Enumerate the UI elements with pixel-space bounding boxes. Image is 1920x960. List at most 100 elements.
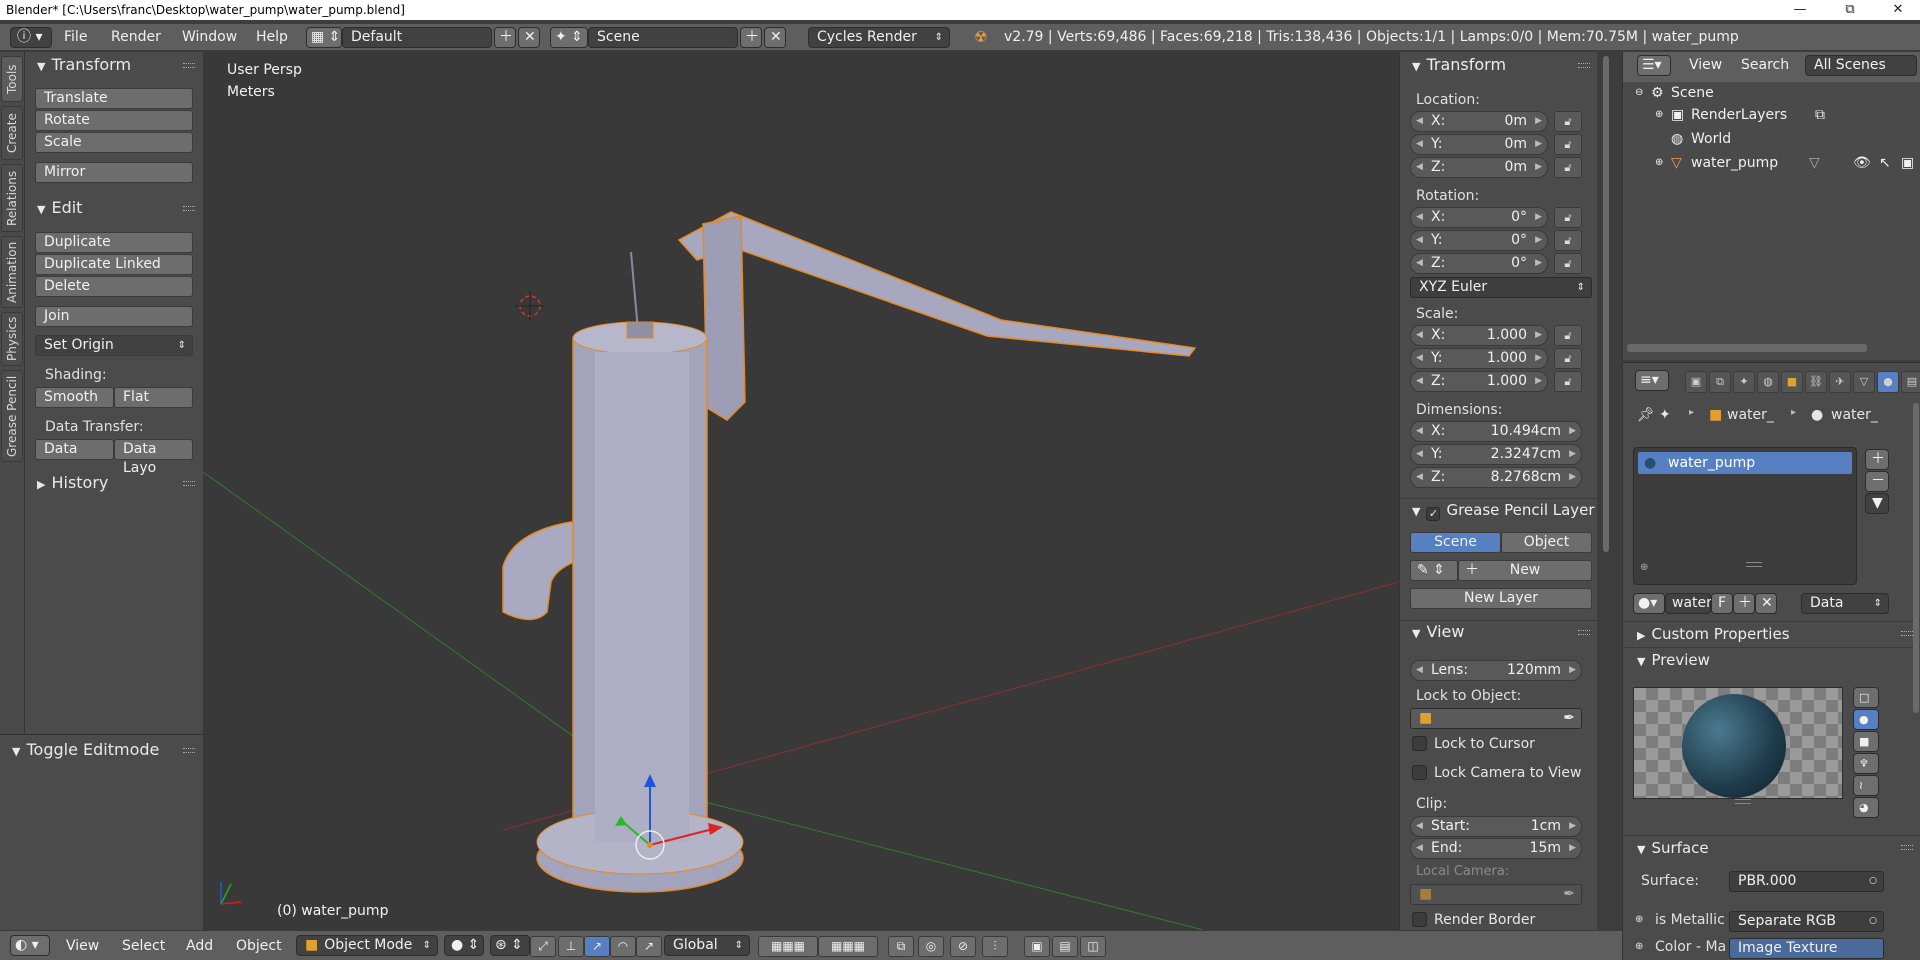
water-pump-mesh[interactable]	[502, 211, 1197, 893]
unlink-material-button[interactable]: ✕	[1755, 593, 1777, 614]
transform-orientation-dropdown[interactable]: Global ⇕	[664, 935, 750, 956]
render-border-checkbox[interactable]	[1412, 912, 1427, 927]
tab-physics[interactable]: Physics	[1, 312, 23, 366]
proportional-editing-toggle[interactable]: ◎	[918, 936, 944, 957]
menu-help[interactable]: Help	[256, 29, 288, 45]
n-transform-header[interactable]: ▼ Transform	[1400, 54, 1598, 76]
collapse-icon[interactable]: ⊖	[1635, 82, 1643, 104]
location-x-field[interactable]: ◀ X: 0m ▶	[1410, 111, 1548, 132]
manipulator-extra-toggle[interactable]: ↗	[636, 936, 662, 957]
layout-name-field[interactable]: Default	[342, 27, 492, 48]
gp-enable-checkbox[interactable]: ✓	[1426, 507, 1441, 521]
preview-monkey-button[interactable]: ♆	[1853, 753, 1879, 774]
duplicate-linked-button[interactable]: Duplicate Linked	[35, 254, 193, 275]
scale-x-field[interactable]: ◀ X: 1.000 ▶	[1410, 325, 1548, 346]
layers-grid-2[interactable]: ▦▦▦	[818, 936, 878, 957]
drag-grip-icon[interactable]	[183, 748, 195, 753]
duplicate-button[interactable]: Duplicate	[35, 232, 193, 253]
toggle-editmode-header[interactable]: ▼ Toggle Editmode	[0, 739, 203, 761]
view-editor-type[interactable]: ◐ ▾	[10, 935, 50, 956]
preview-sphere-button[interactable]: ●	[1853, 709, 1879, 730]
3d-viewport[interactable]: User Persp Meters (0) water_pump	[203, 52, 1399, 930]
translate-button[interactable]: Translate	[35, 88, 193, 109]
scene-add-button[interactable]: ＋	[740, 27, 762, 48]
outliner-row-world[interactable]: ◍ World	[1623, 128, 1920, 150]
material-link-dropdown[interactable]: Data ⇕	[1801, 593, 1889, 614]
drag-grip-icon[interactable]	[183, 481, 195, 486]
minimize-button[interactable]: —	[1780, 0, 1820, 20]
list-resize-grip[interactable]	[1746, 562, 1762, 567]
cursor-select-icon[interactable]: ↖	[1879, 152, 1891, 174]
tab-create[interactable]: Create	[1, 106, 23, 160]
interaction-mode-dropdown[interactable]: ■ Object Mode ⇕	[296, 935, 438, 956]
rotate-manipulator-toggle[interactable]: ↗	[584, 936, 610, 957]
fake-user-button[interactable]: F	[1711, 593, 1733, 614]
drag-grip-icon[interactable]	[1901, 845, 1913, 850]
outliner-row-scene[interactable]: ⊖ ⚙ Scene	[1623, 82, 1920, 104]
pivot-point-dropdown[interactable]: ⊛ ⇕	[490, 935, 530, 956]
layers-grid[interactable]: ▦▦▦	[758, 936, 818, 957]
preview-hair-button[interactable]: ≀	[1853, 775, 1879, 796]
preview-header[interactable]: ▼ Preview	[1623, 647, 1920, 671]
close-button[interactable]: ✕	[1878, 0, 1918, 20]
layout-remove-button[interactable]: ✕	[518, 27, 540, 48]
tab-render-layers[interactable]: ⧉	[1709, 371, 1731, 393]
gp-scene-toggle[interactable]: Scene	[1410, 532, 1501, 553]
lock-to-cursor-checkbox[interactable]	[1412, 736, 1427, 751]
lock-rotation-z[interactable]: 🔓︎	[1554, 253, 1582, 274]
opengl-animation-button[interactable]: ▤	[1052, 936, 1078, 957]
render-engine-dropdown[interactable]: Cycles Render ⇕	[808, 27, 950, 48]
opengl-render-button[interactable]: ▣	[1024, 936, 1050, 957]
outliner-view-menu[interactable]: View	[1689, 57, 1722, 73]
add-material-slot-button[interactable]: ＋	[1865, 449, 1889, 470]
viewport-shading-dropdown[interactable]: ● ⇕	[444, 935, 484, 956]
expand-icon[interactable]: ⊕	[1655, 104, 1663, 126]
gp-new-button[interactable]: ＋ New	[1458, 560, 1592, 581]
drag-grip-icon[interactable]	[183, 206, 195, 211]
lock-scale-y[interactable]: 🔓︎	[1554, 348, 1582, 369]
delete-button[interactable]: Delete	[35, 276, 193, 297]
layout-add-button[interactable]: ＋	[494, 27, 516, 48]
lock-location-y[interactable]: 🔓︎	[1554, 134, 1582, 155]
outliner-row-water-pump[interactable]: ⊕ ▽ water_pump ▽ 👁︎ ↖ ▣	[1623, 152, 1920, 174]
scale-button[interactable]: Scale	[35, 132, 193, 153]
set-origin-dropdown[interactable]: Set Origin ⇕	[35, 335, 193, 356]
tab-texture[interactable]: ▤	[1901, 371, 1920, 393]
edit-panel-header[interactable]: ▼ Edit	[25, 197, 203, 219]
location-z-field[interactable]: ◀ Z: 0m ▶	[1410, 157, 1548, 178]
tab-material[interactable]: ●	[1877, 371, 1899, 393]
drag-grip-icon[interactable]	[1578, 63, 1590, 68]
data-layout-button[interactable]: Data Layo	[114, 439, 193, 476]
lock-rotation-y[interactable]: 🔓︎	[1554, 230, 1582, 251]
lock-rotation-x[interactable]: 🔓︎	[1554, 207, 1582, 228]
preview-cube-button[interactable]: ■	[1853, 731, 1879, 752]
drag-grip-icon[interactable]	[1578, 630, 1590, 635]
gp-browse-button[interactable]: ✎ ⇕	[1410, 560, 1458, 581]
transform-panel-header[interactable]: ▼ Transform	[25, 54, 203, 76]
n-view-header[interactable]: ▼ View	[1400, 620, 1598, 642]
expand-icon[interactable]: ⊕	[1655, 152, 1663, 174]
remove-material-slot-button[interactable]: －	[1865, 471, 1889, 492]
render-preview-button[interactable]: ◫	[1080, 936, 1106, 957]
material-name-field[interactable]: water	[1665, 593, 1712, 614]
preview-flat-button[interactable]: □	[1853, 687, 1879, 708]
tab-object[interactable]: ■	[1781, 371, 1803, 393]
clip-start-field[interactable]: ◀ Start: 1cm ▶	[1410, 816, 1582, 837]
menu-object[interactable]: Object	[236, 938, 282, 954]
grease-pencil-layer-header[interactable]: ▼ ✓ Grease Pencil Layer	[1400, 498, 1598, 521]
clip-end-field[interactable]: ◀ End: 15m ▶	[1410, 838, 1582, 859]
pin-icon[interactable]: 📌︎	[1637, 407, 1655, 423]
scale-z-field[interactable]: ◀ Z: 1.000 ▶	[1410, 371, 1548, 392]
maximize-button[interactable]: ⧉	[1830, 0, 1870, 20]
rotation-z-field[interactable]: ◀ Z: 0° ▶	[1410, 253, 1548, 274]
eyedropper-icon[interactable]: ✒	[1563, 709, 1575, 728]
preview-sky-button[interactable]: ◕	[1853, 797, 1879, 818]
tab-modifiers[interactable]: ✈	[1829, 371, 1851, 393]
snap-element-dropdown[interactable]: ⫶	[982, 936, 1008, 957]
scale-manipulator-toggle[interactable]: ◠	[610, 936, 636, 957]
material-slot-list[interactable]: ● water_pump ⊕	[1633, 447, 1857, 585]
lock-scale-z[interactable]: 🔓︎	[1554, 371, 1582, 392]
surface-shader-field[interactable]: PBR.000 ○	[1729, 871, 1884, 892]
tab-relations[interactable]: Relations	[1, 164, 23, 232]
outliner-search-menu[interactable]: Search	[1741, 57, 1789, 73]
